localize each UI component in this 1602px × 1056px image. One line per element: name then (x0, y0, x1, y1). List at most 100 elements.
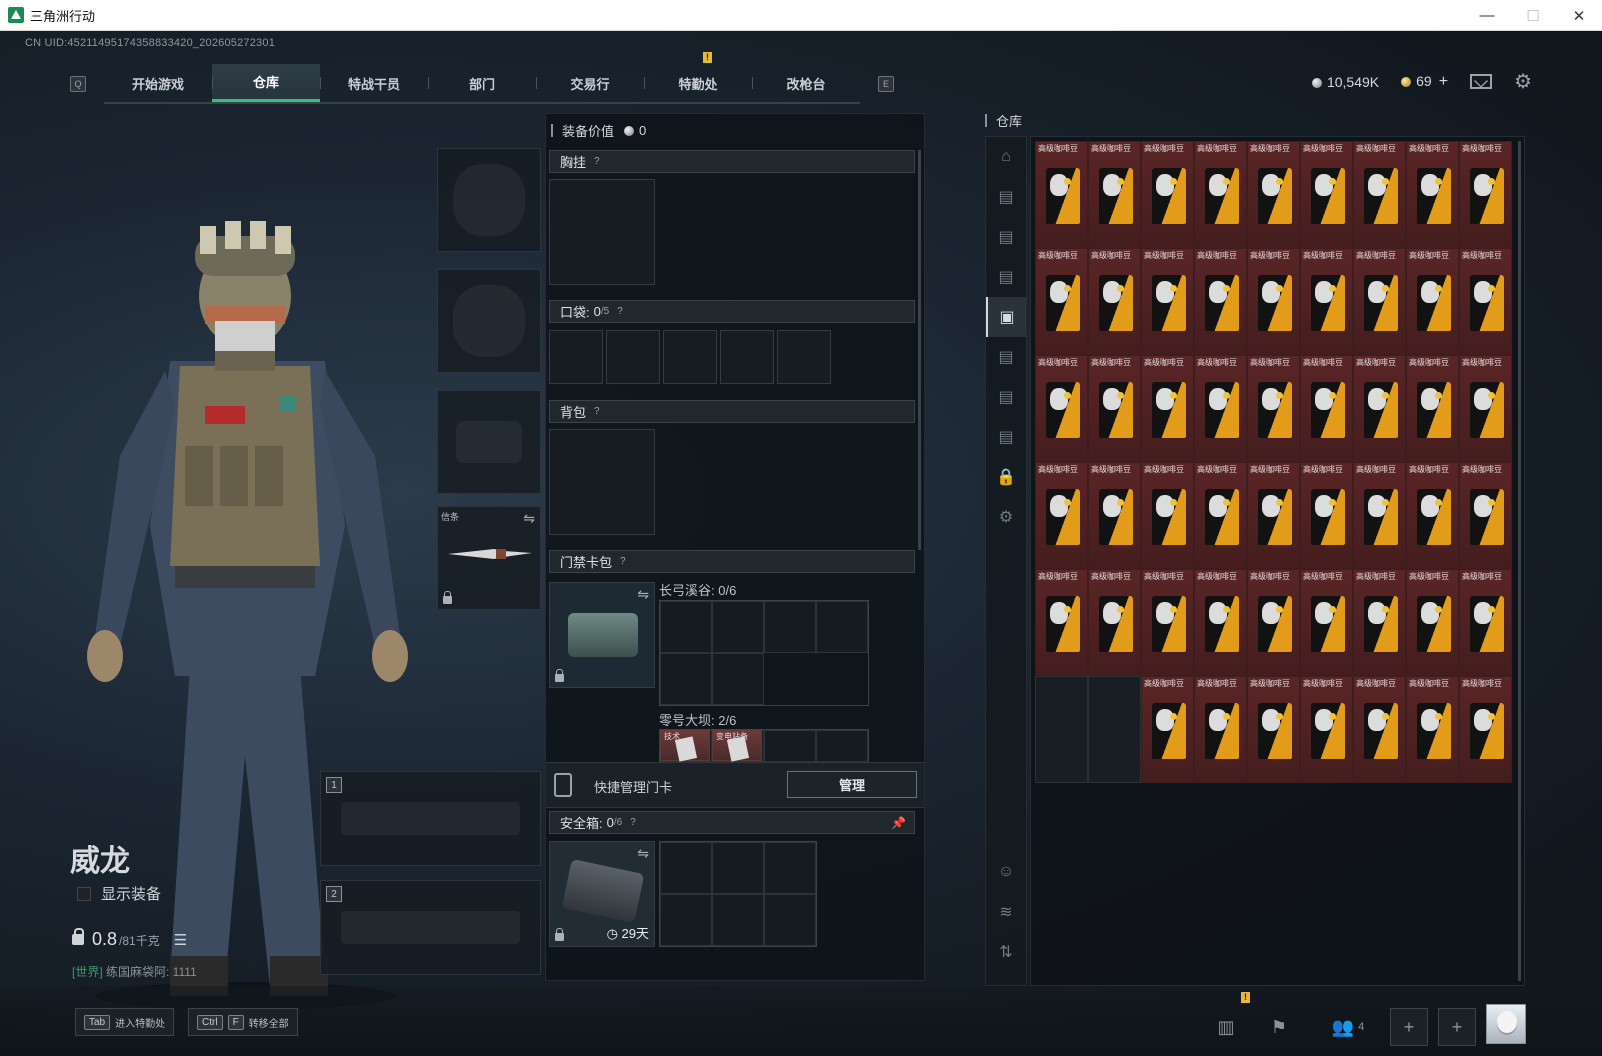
storage-tab-5-icon[interactable]: ▤ (986, 337, 1026, 377)
warehouse-item[interactable]: 高级咖啡豆 (1194, 676, 1247, 783)
warehouse-item[interactable]: 高级咖啡豆 (1353, 141, 1406, 248)
warehouse-item[interactable]: 高级咖啡豆 (1300, 248, 1353, 355)
warehouse-item[interactable]: 高级咖啡豆 (1300, 462, 1353, 569)
helmet-slot[interactable] (437, 148, 541, 252)
pocket-slot[interactable] (549, 330, 603, 384)
safebox-grid[interactable] (659, 841, 817, 947)
armor-slot[interactable] (437, 269, 541, 373)
player-avatar[interactable] (1486, 1004, 1526, 1044)
warehouse-item[interactable]: 高级咖啡豆 (1459, 355, 1512, 462)
tab-start-game[interactable]: 开始游戏 (104, 64, 212, 102)
chest-rig-slot[interactable] (549, 179, 655, 285)
keycard-cell[interactable] (660, 601, 712, 653)
warehouse-item[interactable]: 高级咖啡豆 (1406, 355, 1459, 462)
settings-gear-icon[interactable]: ⚙ (1514, 69, 1532, 94)
safebox-cell[interactable] (764, 894, 816, 946)
warehouse-item[interactable]: 高级咖啡豆 (1247, 355, 1300, 462)
team-slot-add-button[interactable]: + (1438, 1008, 1476, 1046)
stats-chart-icon[interactable]: ▥ (1207, 1008, 1245, 1046)
keycard-case-slot[interactable]: ⇋ (549, 582, 655, 688)
warehouse-item[interactable]: 高级咖啡豆 (1406, 141, 1459, 248)
pocket-slot[interactable] (606, 330, 660, 384)
flag-icon[interactable]: ⚑ (1260, 1008, 1298, 1046)
warehouse-item[interactable]: 高级咖啡豆 (1194, 569, 1247, 676)
warehouse-item[interactable]: 高级咖啡豆 (1141, 355, 1194, 462)
equipment-scrollbar[interactable] (918, 150, 921, 550)
transfer-all-hint[interactable]: Ctrl F 转移全部 (188, 1008, 298, 1036)
maximize-button[interactable]: ☐ (1510, 0, 1556, 31)
safebox-cell[interactable] (712, 894, 764, 946)
storage-tab-4-icon[interactable]: ▣ (986, 297, 1026, 337)
warehouse-item[interactable]: 高级咖啡豆 (1353, 462, 1406, 569)
warehouse-item[interactable]: 高级咖啡豆 (1300, 569, 1353, 676)
warehouse-item[interactable]: 高级咖啡豆 (1247, 141, 1300, 248)
warehouse-item[interactable]: 高级咖啡豆 (1194, 355, 1247, 462)
warehouse-item[interactable]: 高级咖啡豆 (1088, 355, 1141, 462)
keycard-cell[interactable] (764, 601, 816, 653)
storage-tab-3-icon[interactable]: ▤ (986, 257, 1026, 297)
warehouse-item[interactable]: 高级咖啡豆 (1141, 676, 1194, 783)
warehouse-item[interactable]: 高级咖啡豆 (1459, 462, 1512, 569)
warehouse-item[interactable]: 高级咖啡豆 (1300, 141, 1353, 248)
warehouse-item[interactable]: 高级咖啡豆 (1141, 248, 1194, 355)
show-equipment-toggle[interactable]: 显示装备 (77, 883, 161, 904)
warehouse-item[interactable]: 高级咖啡豆 (1247, 676, 1300, 783)
warehouse-item[interactable]: 高级咖啡豆 (1035, 248, 1088, 355)
warehouse-item[interactable]: 高级咖啡豆 (1141, 462, 1194, 569)
backpack-slot[interactable] (549, 429, 655, 535)
warehouse-item[interactable]: 高级咖啡豆 (1353, 676, 1406, 783)
help-icon[interactable]: ? (617, 306, 623, 317)
safebox-cell[interactable] (660, 842, 712, 894)
warehouse-item[interactable]: 高级咖啡豆 (1088, 462, 1141, 569)
warehouse-item[interactable]: 高级咖啡豆 (1141, 141, 1194, 248)
tab-market[interactable]: 交易行 (536, 64, 644, 102)
warehouse-item[interactable]: 高级咖啡豆 (1088, 569, 1141, 676)
swap-icon[interactable]: ⇋ (637, 586, 649, 603)
warehouse-item[interactable]: 高级咖啡豆 (1247, 462, 1300, 569)
tab-department[interactable]: 部门 (428, 64, 536, 102)
close-button[interactable]: ✕ (1556, 0, 1602, 31)
warehouse-item[interactable]: 高级咖啡豆 (1406, 676, 1459, 783)
warehouse-scrollbar[interactable] (1518, 141, 1521, 981)
friends-button[interactable]: 👥 4 (1318, 1008, 1378, 1046)
storage-sort-icon[interactable]: ⇅ (986, 932, 1026, 972)
warehouse-item[interactable]: 高级咖啡豆 (1035, 355, 1088, 462)
help-icon[interactable]: ? (594, 156, 600, 167)
storage-tab-7-icon[interactable]: ▤ (986, 417, 1026, 457)
minimize-button[interactable]: — (1464, 0, 1510, 31)
safebox-cell[interactable] (764, 842, 816, 894)
pocket-slot[interactable] (777, 330, 831, 384)
warehouse-item[interactable]: 高级咖啡豆 (1194, 141, 1247, 248)
tab-operators[interactable]: 特战干员 (320, 64, 428, 102)
warehouse-item[interactable]: 高级咖啡豆 (1300, 355, 1353, 462)
warehouse-item[interactable]: 高级咖啡豆 (1194, 248, 1247, 355)
warehouse-item[interactable]: 高级咖啡豆 (1459, 569, 1512, 676)
add-currency-button[interactable]: + (1439, 73, 1448, 90)
pocket-slot[interactable] (720, 330, 774, 384)
tab-gunsmith[interactable]: 改枪台 (752, 64, 860, 102)
warehouse-item[interactable]: 高级咖啡豆 (1406, 569, 1459, 676)
swap-icon[interactable]: ⇋ (523, 510, 535, 527)
warehouse-item[interactable]: 高级咖啡豆 (1035, 569, 1088, 676)
keycard-cell[interactable] (660, 653, 712, 705)
storage-tab-2-icon[interactable]: ▤ (986, 217, 1026, 257)
warehouse-item[interactable]: 高级咖啡豆 (1406, 248, 1459, 355)
storage-tab-6-icon[interactable]: ▤ (986, 377, 1026, 417)
warehouse-empty-cell[interactable] (1088, 676, 1141, 783)
tab-warehouse[interactable]: 仓库 (212, 64, 320, 102)
help-icon[interactable]: ? (630, 817, 636, 828)
storage-lock-icon[interactable]: 🔒 (986, 457, 1026, 497)
safebox-cell[interactable] (712, 842, 764, 894)
warehouse-item[interactable]: 高级咖啡豆 (1247, 248, 1300, 355)
storage-person-icon[interactable]: ☺ (986, 852, 1026, 892)
warehouse-item[interactable]: 高级咖啡豆 (1300, 676, 1353, 783)
warehouse-item[interactable]: 高级咖啡豆 (1459, 676, 1512, 783)
warehouse-item[interactable]: 高级咖啡豆 (1459, 141, 1512, 248)
show-equipment-checkbox[interactable] (77, 886, 91, 901)
manage-button[interactable]: 管理 (787, 771, 917, 798)
warehouse-empty-cell[interactable] (1035, 676, 1088, 783)
safebox-cell[interactable] (660, 894, 712, 946)
pocket-slot[interactable] (663, 330, 717, 384)
keycard-item[interactable]: 变电站备 (712, 729, 762, 762)
warehouse-item[interactable]: 高级咖啡豆 (1141, 569, 1194, 676)
